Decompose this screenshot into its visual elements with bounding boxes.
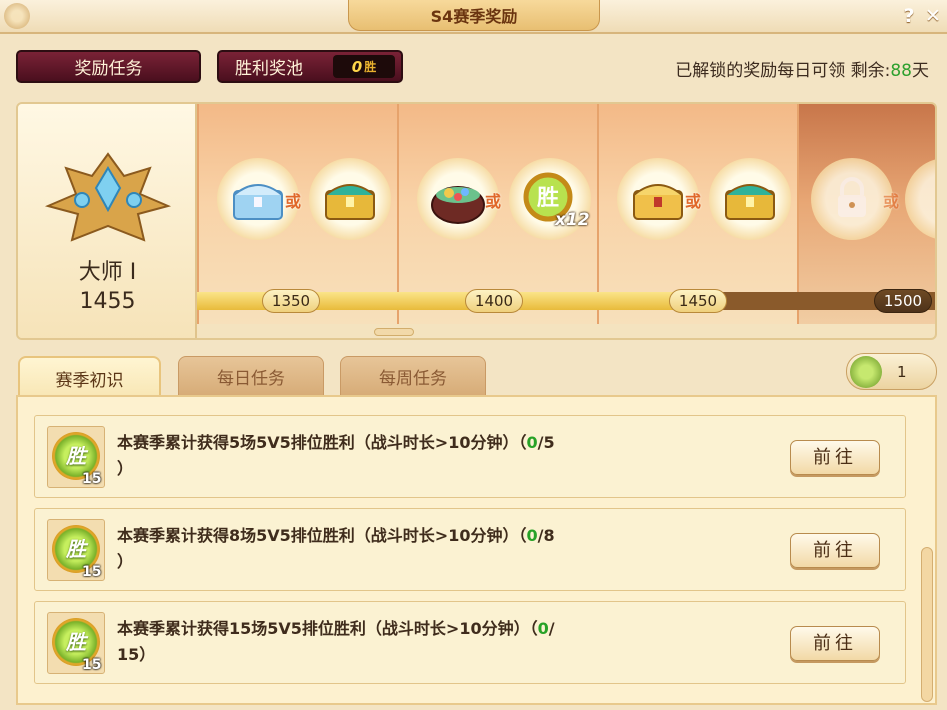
locked-reward-icon[interactable] [905, 158, 935, 240]
go-button[interactable]: 前往 [790, 626, 880, 661]
corner-ornament-icon [4, 3, 30, 29]
task-progress: 0 [526, 526, 538, 545]
or-label: 或 [285, 192, 302, 211]
reward-count: 15 [82, 564, 102, 580]
tab-season-intro[interactable]: 赛季初识 [18, 356, 161, 398]
close-button[interactable]: ✕ [921, 4, 945, 28]
or-label: 或 [485, 192, 502, 211]
reward-task-button[interactable]: 奖励任务 [16, 50, 201, 83]
task-progress: 0 [537, 619, 549, 638]
locked-reward-icon[interactable] [811, 158, 893, 240]
rank-name: 大师 I [78, 260, 137, 285]
title-plate: S4赛季奖励 [348, 0, 600, 31]
help-button[interactable]: ? [897, 4, 921, 28]
task-text-line1: 本赛季累计获得5场5V5排位胜利（战斗时长>10分钟）（ [117, 433, 527, 452]
win-medal-x12-icon[interactable]: 胜 x12 [509, 158, 591, 240]
win-medal-multiplier: x12 [555, 210, 590, 230]
task-text-line2: ） [117, 459, 134, 478]
task-text-line1: 本赛季累计获得8场5V5排位胜利（战斗时长>10分钟）（ [117, 526, 527, 545]
win-pool-badge: 0 胜 [333, 55, 395, 78]
tab-daily-tasks[interactable]: 每日任务 [178, 356, 324, 396]
reward-count: 15 [82, 471, 102, 487]
master-rank-emblem-icon [40, 148, 176, 252]
key-count: 1 [897, 363, 907, 381]
milestone-1350: 1350 [262, 289, 320, 313]
days-prefix: 已解锁的奖励每日可领 剩余: [675, 61, 891, 81]
task-row: 胜 15 本赛季累计获得8场5V5排位胜利（战斗时长>10分钟）（0/8 ） 前… [34, 508, 906, 591]
reward-slot[interactable]: 胜 15 [47, 519, 105, 581]
or-label: 或 [883, 192, 900, 211]
reward-track: 或 或 胜 x12 或 或 大师 I 1455 1350 1400 1450 1… [16, 102, 937, 340]
task-target: /8 [537, 526, 555, 545]
days-remaining: 已解锁的奖励每日可领 剩余:88天 [675, 56, 929, 81]
jade-chest-icon[interactable] [309, 158, 391, 240]
reward-task-label: 奖励任务 [74, 59, 143, 79]
milestone-1400: 1400 [465, 289, 523, 313]
track-scroll-handle[interactable] [374, 328, 414, 336]
rank-score: 1455 [79, 289, 136, 314]
go-button[interactable]: 前往 [790, 533, 880, 568]
task-text-line1: 本赛季累计获得15场5V5排位胜利（战斗时长>10分钟）（ [117, 619, 538, 638]
go-button[interactable]: 前往 [790, 440, 880, 475]
key-counter[interactable]: 1 [846, 353, 937, 390]
task-target: /5 [537, 433, 555, 452]
svg-text:胜: 胜 [537, 186, 559, 211]
task-progress: 0 [526, 433, 538, 452]
key-icon [850, 356, 882, 388]
or-label: 或 [685, 192, 702, 211]
task-target: / [548, 619, 555, 638]
task-description: 本赛季累计获得8场5V5排位胜利（战斗时长>10分钟）（0/8 ） [117, 523, 677, 575]
task-description: 本赛季累计获得15场5V5排位胜利（战斗时长>10分钟）（0/ 15） [117, 616, 677, 668]
task-description: 本赛季累计获得5场5V5排位胜利（战斗时长>10分钟）（0/5 ） [117, 430, 677, 482]
milestone-1450: 1450 [669, 289, 727, 313]
days-suffix: 天 [912, 61, 929, 81]
days-value: 88 [890, 61, 912, 81]
win-pool-button[interactable]: 胜利奖池 0 胜 [217, 50, 403, 83]
task-text-line2: ） [117, 552, 134, 571]
reward-slot[interactable]: 胜 15 [47, 612, 105, 674]
jade-chest-icon[interactable] [709, 158, 791, 240]
task-list: 胜 15 本赛季累计获得5场5V5排位胜利（战斗时长>10分钟）（0/5 ） 前… [16, 395, 937, 705]
win-pool-count: 0 [351, 57, 363, 76]
reward-count: 15 [82, 657, 102, 673]
window-title: S4赛季奖励 [430, 7, 518, 26]
title-bar: S4赛季奖励 ? ✕ [0, 0, 947, 34]
win-pool-unit: 胜 [364, 60, 377, 74]
task-row: 胜 15 本赛季累计获得5场5V5排位胜利（战斗时长>10分钟）（0/5 ） 前… [34, 415, 906, 498]
reward-slot[interactable]: 胜 15 [47, 426, 105, 488]
rank-card: 大师 I 1455 [18, 104, 197, 338]
tab-weekly-tasks[interactable]: 每周任务 [340, 356, 486, 396]
task-row: 胜 15 本赛季累计获得15场5V5排位胜利（战斗时长>10分钟）（0/ 15）… [34, 601, 906, 684]
milestone-1500: 1500 [874, 289, 932, 313]
task-list-scrollbar[interactable] [921, 547, 933, 702]
win-pool-label: 胜利奖池 [235, 59, 303, 79]
task-text-line2: 15） [117, 645, 156, 664]
